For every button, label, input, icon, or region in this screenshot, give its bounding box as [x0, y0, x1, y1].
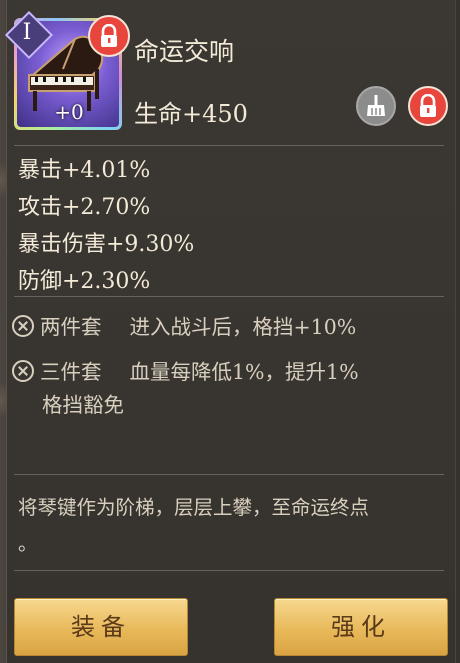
lock-button[interactable]	[408, 86, 448, 126]
inactive-cross-icon	[12, 315, 34, 337]
equip-button[interactable]: 装备	[14, 598, 188, 656]
set-bonus-2pc: 两件套 进入战斗后，格挡+10%	[12, 310, 356, 340]
lock-icon	[88, 15, 130, 57]
rank-numeral: I	[22, 20, 32, 45]
divider	[14, 570, 444, 571]
lock-icon	[420, 94, 436, 117]
substat-crit-rate: 暴击+4.01%	[18, 158, 151, 183]
discard-button[interactable]	[356, 86, 396, 126]
flavor-text: 将琴键作为阶梯，层层上攀，至命运终点 。	[18, 490, 438, 562]
set-bonus-effect: 进入战斗后，格挡+10%	[129, 315, 357, 339]
divider	[14, 474, 444, 475]
substat-defense: 防御+2.30%	[18, 269, 151, 294]
divider	[14, 145, 444, 146]
set-bonus-name: 两件套	[40, 315, 102, 339]
item-name: 命运交响	[134, 37, 235, 66]
rank-badge: I	[4, 10, 54, 60]
flavor-line: 将琴键作为阶梯，层层上攀，至命运终点	[18, 496, 370, 519]
divider	[14, 296, 444, 297]
flavor-line: 。	[18, 532, 38, 555]
set-bonus-effect: 血量每降低1%，提升1%	[129, 360, 359, 384]
set-bonus-name: 三件套	[40, 360, 102, 384]
broom-icon	[367, 95, 385, 116]
main-stat: 生命+450	[134, 100, 248, 128]
upgrade-button[interactable]: 强化	[274, 598, 448, 656]
substat-crit-damage: 暴击伤害+9.30%	[18, 232, 195, 257]
set-bonus-3pc: 三件套 血量每降低1%，提升1%	[12, 355, 359, 385]
inactive-cross-icon	[12, 360, 34, 382]
substat-attack: 攻击+2.70%	[18, 195, 151, 220]
item-level: +0	[54, 100, 84, 124]
set-bonus-effect-continued: 格挡豁免	[42, 393, 124, 417]
